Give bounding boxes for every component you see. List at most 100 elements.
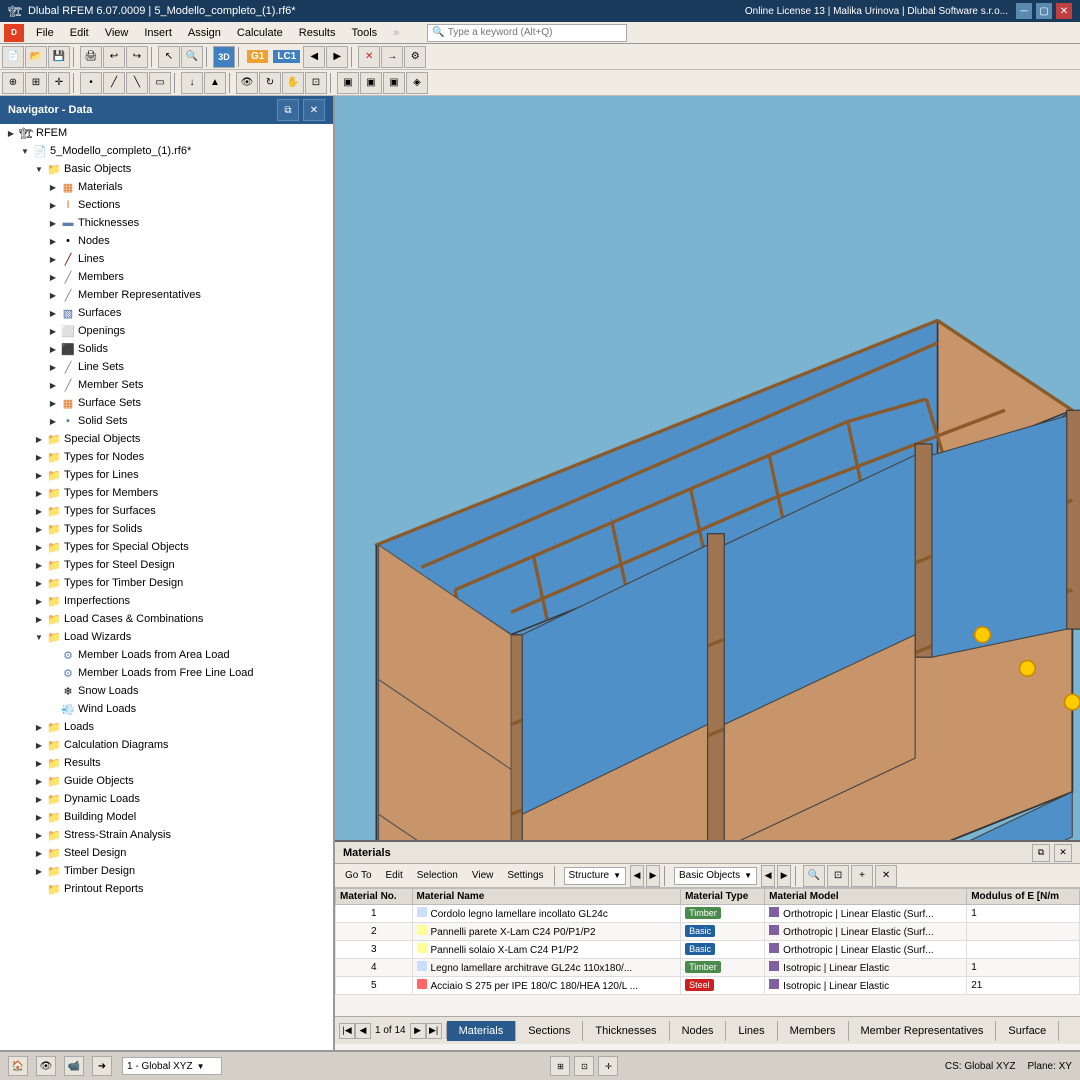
status-arrow-button[interactable]: ➜ <box>92 1056 112 1076</box>
g1-badge[interactable]: G1 <box>247 50 268 63</box>
move-button[interactable]: ✛ <box>48 72 70 94</box>
menu-view[interactable]: View <box>97 25 137 41</box>
filter-button[interactable]: 🔍 <box>803 865 825 887</box>
grid-button[interactable]: ⊞ <box>25 72 47 94</box>
basic-objects-dropdown[interactable]: Basic Objects ▼ <box>674 867 757 885</box>
tree-file[interactable]: ▼ 📄 5_Modello_completo_(1).rf6* <box>0 142 333 160</box>
close-button[interactable]: ✕ <box>1056 3 1072 19</box>
front-button[interactable]: ▣ <box>337 72 359 94</box>
tree-types-members[interactable]: ▶ 📁 Types for Members <box>0 484 333 502</box>
iso-button[interactable]: ◈ <box>406 72 428 94</box>
arrow-button[interactable]: → <box>381 46 403 68</box>
tree-dynamic-loads[interactable]: ▶ 📁 Dynamic Loads <box>0 790 333 808</box>
memreps-toggle[interactable]: ▶ <box>46 288 60 302</box>
status-home-button[interactable]: 🏠 <box>8 1056 28 1076</box>
aload-toggle[interactable] <box>46 648 60 662</box>
menu-assign[interactable]: Assign <box>180 25 229 41</box>
materials-toggle[interactable]: ▶ <box>46 180 60 194</box>
dd-next-button[interactable]: ▶ <box>646 865 660 887</box>
tree-rfem[interactable]: ▶ 🏗 RFEM <box>0 124 333 142</box>
open-button[interactable]: 📂 <box>25 46 47 68</box>
maximize-button[interactable]: ▢ <box>1036 3 1052 19</box>
tree-surface-sets[interactable]: ▶ ▦ Surface Sets <box>0 394 333 412</box>
tree-load-wizards[interactable]: ▼ 📁 Load Wizards <box>0 628 333 646</box>
tab-first-button[interactable]: |◀ <box>339 1023 355 1039</box>
surfset-toggle[interactable]: ▶ <box>46 396 60 410</box>
calcdiag-toggle[interactable]: ▶ <box>32 738 46 752</box>
tree-steel-design[interactable]: ▶ 📁 Steel Design <box>0 844 333 862</box>
stress-toggle[interactable]: ▶ <box>32 828 46 842</box>
tab-surfaces[interactable]: Surface <box>996 1021 1059 1041</box>
file-toggle[interactable]: ▼ <box>18 144 32 158</box>
panel-restore-button[interactable]: ⧉ <box>1032 844 1050 862</box>
tab-thicknesses[interactable]: Thicknesses <box>583 1021 669 1041</box>
materials-table-scroll[interactable]: Material No. Material Name Material Type… <box>335 888 1080 1016</box>
col-no[interactable]: Material No. <box>336 889 413 905</box>
thick-toggle[interactable]: ▶ <box>46 216 60 230</box>
panel-edit[interactable]: Edit <box>380 868 409 883</box>
tab-members[interactable]: Members <box>778 1021 849 1041</box>
tree-member-sets[interactable]: ▶ ╱ Member Sets <box>0 376 333 394</box>
panel-close-button[interactable]: ✕ <box>1054 844 1072 862</box>
tree-basic-objects[interactable]: ▼ 📁 Basic Objects <box>0 160 333 178</box>
col-type[interactable]: Material Type <box>681 889 765 905</box>
tree-solids[interactable]: ▶ ⬛ Solids <box>0 340 333 358</box>
loadcase-toggle[interactable]: ▶ <box>32 612 46 626</box>
typsp-toggle[interactable]: ▶ <box>32 540 46 554</box>
tree-nodes[interactable]: ▶ • Nodes <box>0 232 333 250</box>
steel-toggle[interactable]: ▶ <box>32 846 46 860</box>
tree-stress-strain[interactable]: ▶ 📁 Stress-Strain Analysis <box>0 826 333 844</box>
tree-types-lines[interactable]: ▶ 📁 Types for Lines <box>0 466 333 484</box>
top-button[interactable]: ▣ <box>383 72 405 94</box>
tree-types-steel[interactable]: ▶ 📁 Types for Steel Design <box>0 556 333 574</box>
sections-toggle[interactable]: ▶ <box>46 198 60 212</box>
load-button[interactable]: ↓ <box>181 72 203 94</box>
tab-lines[interactable]: Lines <box>726 1021 777 1041</box>
typl-toggle[interactable]: ▶ <box>32 468 46 482</box>
bo-prev-button[interactable]: ◀ <box>761 865 775 887</box>
render-button[interactable]: 3D <box>213 46 235 68</box>
tab-nodes[interactable]: Nodes <box>670 1021 727 1041</box>
lineset-toggle[interactable]: ▶ <box>46 360 60 374</box>
loads-toggle[interactable]: ▶ <box>32 720 46 734</box>
member-button[interactable]: ╲ <box>126 72 148 94</box>
tree-openings[interactable]: ▶ ⬜ Openings <box>0 322 333 340</box>
panel-selection[interactable]: Selection <box>411 868 464 883</box>
tree-types-nodes[interactable]: ▶ 📁 Types for Nodes <box>0 448 333 466</box>
st-btn1[interactable]: ⊞ <box>550 1056 570 1076</box>
tab-prev-button[interactable]: ◀ <box>355 1023 371 1039</box>
members-toggle[interactable]: ▶ <box>46 270 60 284</box>
menu-tools[interactable]: Tools <box>343 25 385 41</box>
menu-file[interactable]: File <box>28 25 62 41</box>
imperf-toggle[interactable]: ▶ <box>32 594 46 608</box>
search-input[interactable] <box>448 27 623 38</box>
table-row[interactable]: 5 Acciaio S 275 per IPE 180/C 180/HEA 12… <box>336 977 1080 995</box>
snap-button[interactable]: ⊕ <box>2 72 24 94</box>
typn-toggle[interactable]: ▶ <box>32 450 46 464</box>
tree-loads[interactable]: ▶ 📁 Loads <box>0 718 333 736</box>
typst-toggle[interactable]: ▶ <box>32 558 46 572</box>
tree-types-timber[interactable]: ▶ 📁 Types for Timber Design <box>0 574 333 592</box>
tree-special[interactable]: ▶ 📁 Special Objects <box>0 430 333 448</box>
special-toggle[interactable]: ▶ <box>32 432 46 446</box>
menu-calculate[interactable]: Calculate <box>229 25 291 41</box>
delete-row-button[interactable]: ✕ <box>875 865 897 887</box>
tree-surfaces[interactable]: ▶ ▧ Surfaces <box>0 304 333 322</box>
structure-dropdown[interactable]: Structure ▼ <box>564 867 627 885</box>
filter2-button[interactable]: ⊡ <box>827 865 849 887</box>
st-btn2[interactable]: ⊡ <box>574 1056 594 1076</box>
lc1-badge[interactable]: LC1 <box>273 50 300 63</box>
dd-prev-button[interactable]: ◀ <box>630 865 644 887</box>
typti-toggle[interactable]: ▶ <box>32 576 46 590</box>
status-eye-button[interactable]: 👁 <box>36 1056 56 1076</box>
print-button[interactable]: 🖨 <box>80 46 102 68</box>
surface-button[interactable]: ▭ <box>149 72 171 94</box>
cross-button[interactable]: ✕ <box>358 46 380 68</box>
open-toggle[interactable]: ▶ <box>46 324 60 338</box>
side-button[interactable]: ▣ <box>360 72 382 94</box>
undo-button[interactable]: ↩ <box>103 46 125 68</box>
fit-button[interactable]: ⊡ <box>305 72 327 94</box>
tree-solid-sets[interactable]: ▶ ▪ Solid Sets <box>0 412 333 430</box>
tree-thicknesses[interactable]: ▶ ▬ Thicknesses <box>0 214 333 232</box>
tab-sections[interactable]: Sections <box>516 1021 583 1041</box>
